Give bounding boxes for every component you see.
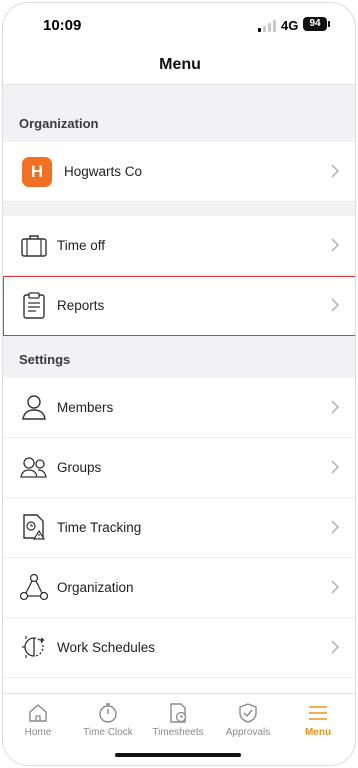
settings-item-label: Groups bbox=[57, 460, 102, 475]
status-time: 10:09 bbox=[43, 17, 82, 34]
settings-item-work-schedules[interactable]: Work Schedules bbox=[3, 618, 355, 678]
org-name: Hogwarts Co bbox=[64, 164, 143, 179]
org-avatar: H bbox=[22, 157, 52, 187]
section-label-settings: Settings bbox=[19, 352, 71, 367]
day-night-icon bbox=[22, 636, 45, 658]
settings-item-groups[interactable]: Groups bbox=[3, 438, 355, 498]
tab-menu[interactable]: Menu bbox=[283, 702, 353, 738]
organization-row[interactable]: H Hogwarts Co bbox=[3, 142, 355, 202]
menu-item-time-off[interactable]: Time off bbox=[3, 216, 355, 276]
settings-item-time-tracking[interactable]: Time Tracking bbox=[3, 498, 355, 558]
time-document-icon bbox=[23, 514, 46, 540]
battery-icon: 94 bbox=[303, 17, 330, 31]
chevron-right-icon bbox=[331, 460, 339, 474]
settings-item-label: Time Tracking bbox=[57, 520, 142, 535]
tab-approvals[interactable]: Approvals bbox=[213, 702, 283, 738]
chevron-right-icon bbox=[331, 640, 339, 654]
tab-label: Home bbox=[24, 727, 52, 738]
briefcase-icon bbox=[21, 235, 47, 257]
home-icon bbox=[29, 704, 47, 722]
chevron-right-icon bbox=[331, 238, 339, 252]
tab-home[interactable]: Home bbox=[3, 702, 73, 738]
chevron-right-icon bbox=[331, 298, 339, 312]
page-title: Menu bbox=[159, 56, 201, 73]
stopwatch-icon bbox=[99, 703, 117, 723]
shield-check-icon bbox=[239, 703, 257, 723]
chevron-right-icon bbox=[331, 580, 339, 594]
nav-header: Menu bbox=[3, 47, 355, 85]
network-type: 4G bbox=[281, 18, 299, 33]
tab-time-clock[interactable]: Time Clock bbox=[73, 702, 143, 738]
network-icon bbox=[19, 573, 49, 601]
tab-label: Menu bbox=[304, 727, 332, 738]
timesheet-icon bbox=[170, 703, 187, 723]
tab-label: Time Clock bbox=[83, 727, 133, 738]
settings-item-members[interactable]: Members bbox=[3, 378, 355, 438]
clipboard-icon bbox=[23, 292, 45, 319]
tab-timesheets[interactable]: Timesheets bbox=[143, 702, 213, 738]
tab-label: Approvals bbox=[225, 727, 271, 738]
status-bar: 10:09 4G 94 bbox=[3, 3, 355, 47]
person-icon bbox=[22, 395, 46, 420]
home-indicator[interactable] bbox=[115, 753, 241, 757]
settings-item-label: Organization bbox=[57, 580, 134, 595]
chevron-right-icon bbox=[331, 520, 339, 534]
chevron-right-icon bbox=[331, 400, 339, 414]
hamburger-icon bbox=[309, 706, 327, 720]
menu-item-label: Time off bbox=[57, 238, 106, 253]
section-label-organization: Organization bbox=[19, 116, 99, 131]
tab-label: Timesheets bbox=[152, 727, 204, 738]
phone-frame: 10:09 4G 94 Menu Organization H Hogwarts… bbox=[2, 2, 356, 766]
signal-icon bbox=[258, 20, 276, 32]
settings-item-label: Work Schedules bbox=[57, 640, 156, 655]
menu-item-label: Reports bbox=[57, 298, 105, 313]
settings-item-organization[interactable]: Organization bbox=[3, 558, 355, 618]
settings-item-label: Members bbox=[57, 400, 114, 415]
chevron-right-icon bbox=[331, 164, 339, 178]
people-icon bbox=[20, 457, 47, 478]
menu-item-reports[interactable]: Reports bbox=[3, 276, 355, 336]
